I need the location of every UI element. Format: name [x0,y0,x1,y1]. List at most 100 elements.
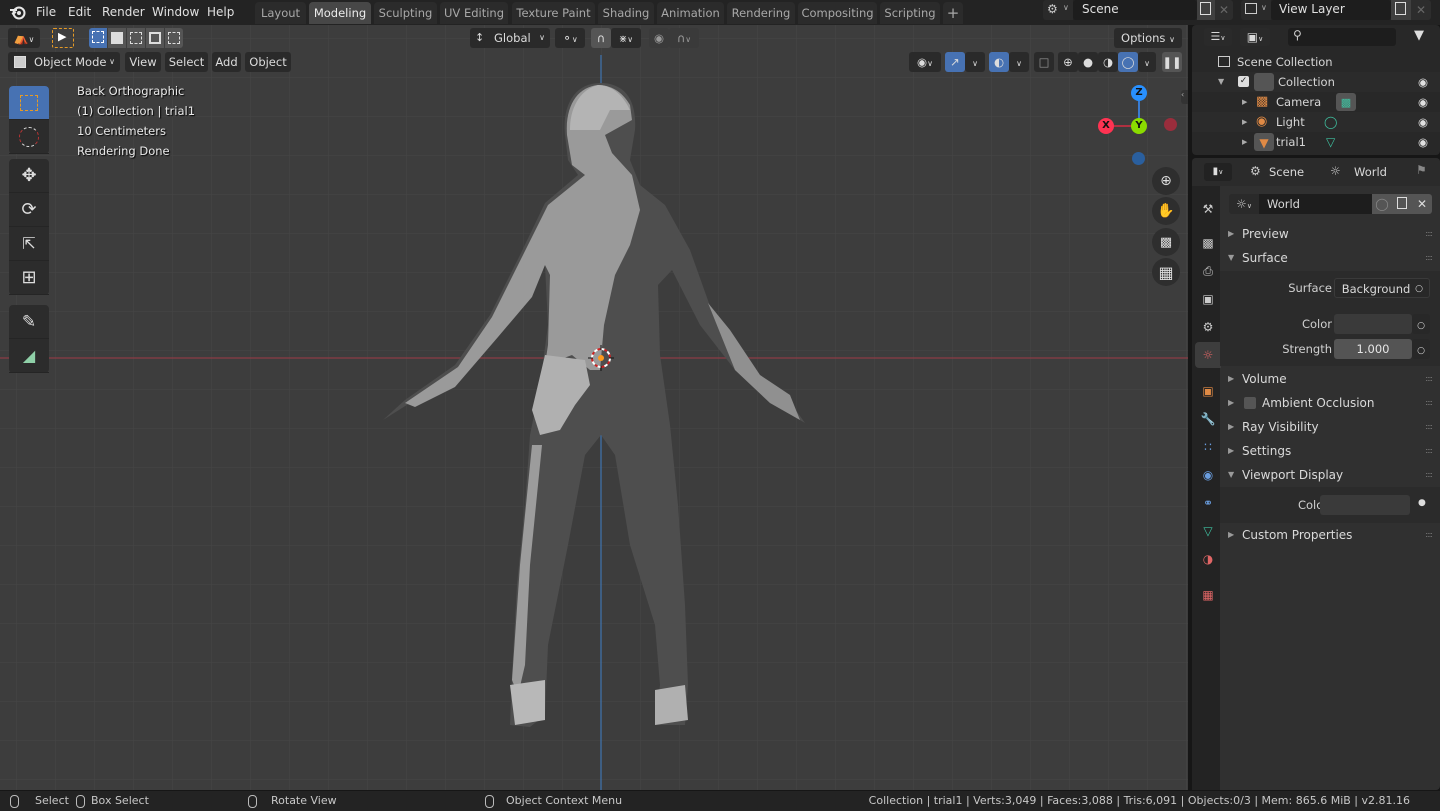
tab-view-layer[interactable]: ▣ [1195,286,1221,312]
pivot-point-dropdown[interactable]: ⚬∨ [555,28,585,48]
shading-wireframe-button[interactable]: ⊕ [1058,52,1078,72]
proportional-edit-toggle[interactable]: ◉ [649,28,669,48]
view-layer-selector[interactable]: ∨ [1241,0,1271,20]
tab-physics[interactable]: ◉ [1195,462,1221,488]
new-view-layer-button[interactable] [1391,0,1411,20]
shading-solid-button[interactable]: ● [1078,52,1098,72]
gizmo-dropdown[interactable]: ∨ [965,52,985,72]
tab-rendering[interactable]: Rendering [727,2,795,24]
drag-grip-icon[interactable]: :::: [1425,222,1433,246]
gizmo-neg-z-axis[interactable] [1132,152,1145,165]
select-difference-button[interactable] [146,28,164,48]
tab-texture-paint[interactable]: Texture Paint [512,2,595,24]
drag-grip-icon[interactable]: :::: [1425,391,1433,415]
outliner-item-camera[interactable]: ▶ ▩ Camera ▩ ◉ [1192,92,1440,112]
color-socket-button[interactable]: ○ [1412,314,1430,334]
xray-toggle[interactable]: □ [1034,52,1054,72]
outliner-item-trial1[interactable]: ▶ ▼ trial1 ▽ ◉ [1192,132,1440,152]
unlink-world-button[interactable]: ✕ [1412,194,1432,214]
eye-icon[interactable]: ◉ [1418,92,1428,112]
shading-rendered-button[interactable]: ◯ [1118,52,1138,72]
panel-settings[interactable]: ▶ Settings:::: [1220,439,1440,463]
drag-grip-icon[interactable]: :::: [1425,246,1433,270]
object-mode-dropdown[interactable]: Object Mode ∨ [8,52,120,72]
overlays-dropdown[interactable]: ∨ [1009,52,1029,72]
delete-view-layer-button[interactable]: ✕ [1411,0,1431,20]
menu-render[interactable]: Render [98,3,149,21]
editor-type-button[interactable]: ⛺∨ [8,28,40,48]
tab-particles[interactable]: ∷ [1195,434,1221,460]
outliner-filter-layer[interactable]: ▣∨ [1240,28,1270,46]
tab-scripting[interactable]: Scripting [880,2,940,24]
tab-world[interactable]: ☼ [1195,342,1221,368]
shading-dropdown[interactable]: ∨ [1138,52,1156,72]
view-layer-name-field[interactable]: View Layer [1271,0,1391,20]
menu-file[interactable]: File [32,3,60,21]
fake-user-button[interactable]: ◯ [1372,194,1392,214]
tab-material[interactable]: ◑ [1195,546,1221,572]
strength-socket-button[interactable]: ○ [1412,339,1430,359]
tab-shading[interactable]: Shading [598,2,654,24]
tab-sculpting[interactable]: Sculpting [374,2,437,24]
tool-transform[interactable]: ⊞ [9,261,49,295]
drag-grip-icon[interactable]: :::: [1425,367,1433,391]
eye-icon[interactable]: ◉ [1418,72,1428,92]
expand-arrow-icon[interactable]: ▼ [1218,72,1224,92]
tab-scene[interactable]: ⚙ [1195,314,1221,340]
select-new-button[interactable] [89,28,107,48]
drag-grip-icon[interactable]: :::: [1425,523,1433,547]
gizmo-neg-x-axis[interactable] [1164,118,1177,131]
drag-grip-icon[interactable]: :::: [1425,439,1433,463]
gizmo-toggle[interactable]: ↗ [945,52,965,72]
pause-render-button[interactable]: ❚❚ [1162,52,1182,72]
keyframe-dot-icon[interactable]: ● [1418,498,1426,508]
menu-select[interactable]: Select [165,52,208,72]
delete-scene-button[interactable]: ✕ [1215,0,1233,20]
tool-rotate[interactable]: ⟳ [9,193,49,227]
tab-compositing[interactable]: Compositing [798,2,877,24]
new-world-button[interactable] [1392,194,1412,214]
tab-tool[interactable]: ⚒ [1195,196,1221,222]
tool-move[interactable]: ✥ [9,159,49,193]
snap-toggle[interactable]: ∩ [591,28,611,48]
scene-name-field[interactable]: Scene [1073,0,1197,20]
menu-add[interactable]: Add [212,52,241,72]
add-workspace-button[interactable]: + [943,2,963,24]
tab-uv-editing[interactable]: UV Editing [440,2,508,24]
menu-help[interactable]: Help [203,3,238,21]
transform-orientation-dropdown[interactable]: ↕ Global ∨ [470,28,550,48]
snap-target-dropdown[interactable]: ⋇∨ [611,28,641,48]
tab-animation[interactable]: Animation [657,2,724,24]
select-intersect-button[interactable] [165,28,183,48]
menu-window[interactable]: Window [148,3,203,21]
mesh-data-icon[interactable]: ▽ [1326,132,1335,152]
shading-material-button[interactable]: ◑ [1098,52,1118,72]
visibility-dropdown[interactable]: ◉∨ [909,52,941,72]
world-datablock-selector[interactable]: ☼∨ [1229,194,1259,214]
tab-constraints[interactable]: ⚭ [1195,490,1221,516]
outliner-item-light[interactable]: ▶ ◉ Light ◯ ◉ [1192,112,1440,132]
panel-viewport-display[interactable]: ▼ Viewport Display:::: [1220,463,1440,487]
ambient-occlusion-checkbox[interactable] [1244,397,1256,409]
gizmo-z-axis[interactable]: Z [1131,85,1147,101]
falloff-dropdown[interactable]: ∩∨ [669,28,699,48]
tool-annotate[interactable]: ✎ [9,305,49,339]
light-data-icon[interactable]: ◯ [1324,112,1337,132]
outliner-search-field[interactable]: ⚲ [1288,28,1396,46]
tab-render[interactable]: ▩ [1195,230,1221,256]
overlays-toggle[interactable]: ◐ [989,52,1009,72]
expand-arrow-icon[interactable]: ▶ [1242,112,1247,132]
options-dropdown[interactable]: Options ∨ [1114,28,1182,48]
panel-surface[interactable]: ▼ Surface:::: [1220,246,1440,270]
gizmo-x-axis[interactable]: X [1098,118,1114,134]
zoom-view-button[interactable]: ⊕ [1152,167,1180,195]
world-name-field[interactable]: World [1259,194,1372,214]
tab-object[interactable]: ▣ [1195,378,1221,404]
menu-edit[interactable]: Edit [64,3,95,21]
strength-field[interactable]: 1.000 [1334,339,1412,359]
panel-ambient-occlusion[interactable]: ▶ Ambient Occlusion:::: [1220,391,1440,415]
drag-grip-icon[interactable]: :::: [1425,463,1433,487]
viewport-color-swatch[interactable] [1320,495,1410,515]
tab-modifiers[interactable]: 🔧 [1195,406,1221,432]
pin-icon[interactable]: ⚑ [1416,163,1427,177]
